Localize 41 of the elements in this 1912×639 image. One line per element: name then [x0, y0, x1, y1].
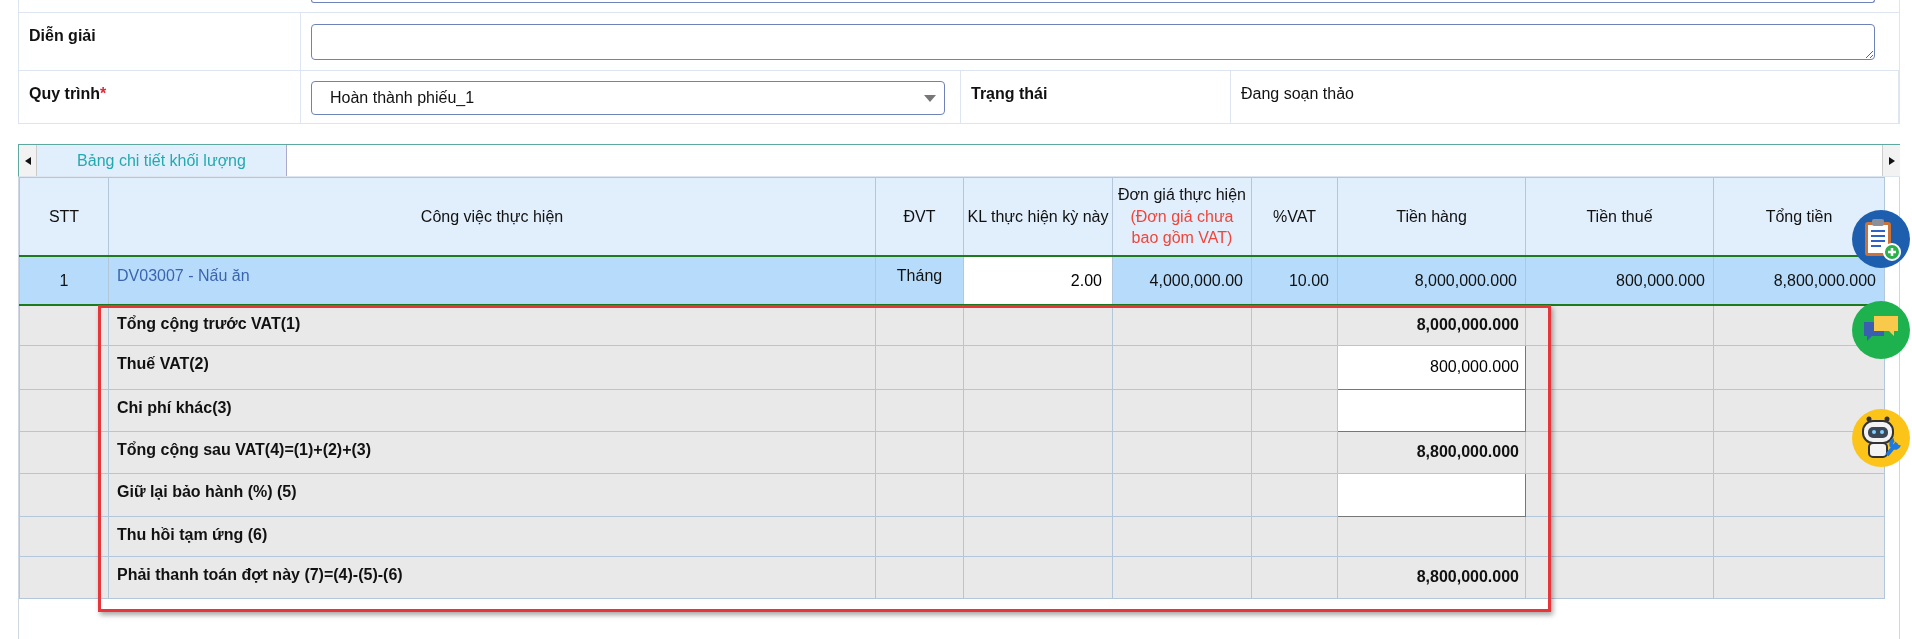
- robot-button[interactable]: [1852, 409, 1910, 467]
- column-header: Đơn giá thực hiện (Đơn giá chưa bao gồm VAT): [1112, 177, 1252, 256]
- summary-label: Tổng cộng sau VAT(4)=(1)+(2)+(3): [108, 431, 876, 473]
- scroll-right-button[interactable]: [1882, 145, 1900, 176]
- textarea-field[interactable]: [311, 24, 1875, 60]
- field-label: Trạng thái: [971, 84, 1048, 103]
- dropdown-field[interactable]: Hoàn thành phiếu_1: [311, 81, 945, 115]
- caret-down-icon: [924, 94, 936, 102]
- clipboard-button[interactable]: [1852, 210, 1910, 268]
- summary-label: Thuế VAT(2): [108, 345, 876, 389]
- table-cell: 10.00: [1251, 256, 1338, 305]
- caret-right-icon: [1888, 156, 1895, 165]
- column-header: ĐVT: [875, 177, 964, 256]
- column-header: KL thực hiện kỳ này: [963, 177, 1113, 256]
- table-cell: Tháng: [875, 256, 964, 305]
- field-label: Quy trình*: [29, 84, 107, 103]
- scroll-left-button[interactable]: [19, 145, 37, 176]
- summary-total: 8,800,000.000: [1337, 431, 1526, 473]
- summary-label: Chi phí khác(3): [108, 389, 876, 431]
- column-header: %VAT: [1251, 177, 1338, 256]
- table-cell: 1: [19, 256, 109, 305]
- chat-button[interactable]: [1852, 301, 1910, 359]
- summary-label: Phải thanh toán đợt này (7)=(4)-(5)-(6): [108, 556, 876, 598]
- summary-label: Tổng cộng trước VAT(1): [108, 305, 876, 345]
- input-field[interactable]: [311, 0, 1875, 3]
- table-cell: 8,800,000.000: [1713, 256, 1885, 305]
- column-header: Công việc thực hiện: [108, 177, 876, 256]
- work-item-link[interactable]: DV03007 - Nấu ăn: [108, 256, 876, 305]
- summary-label: Giữ lại bảo hành (%) (5): [108, 473, 876, 516]
- table-cell: 4,000,000.00: [1112, 256, 1252, 305]
- column-header: STT: [19, 177, 109, 256]
- summary-total: 8,800,000.000: [1337, 556, 1526, 598]
- field-label: Diễn giải: [29, 25, 96, 45]
- table-cell: 800,000.000: [1525, 256, 1714, 305]
- summary-label: Thu hồi tạm ứng (6): [108, 516, 876, 556]
- column-header: Tiền hàng: [1337, 177, 1526, 256]
- column-header: Tiền thuế: [1525, 177, 1714, 256]
- status-value: Đang soạn thảo: [1241, 84, 1354, 103]
- robot-wrench-icon: [1859, 415, 1903, 461]
- table-cell: 8,000,000.000: [1337, 256, 1526, 305]
- caret-left-icon: [24, 156, 31, 165]
